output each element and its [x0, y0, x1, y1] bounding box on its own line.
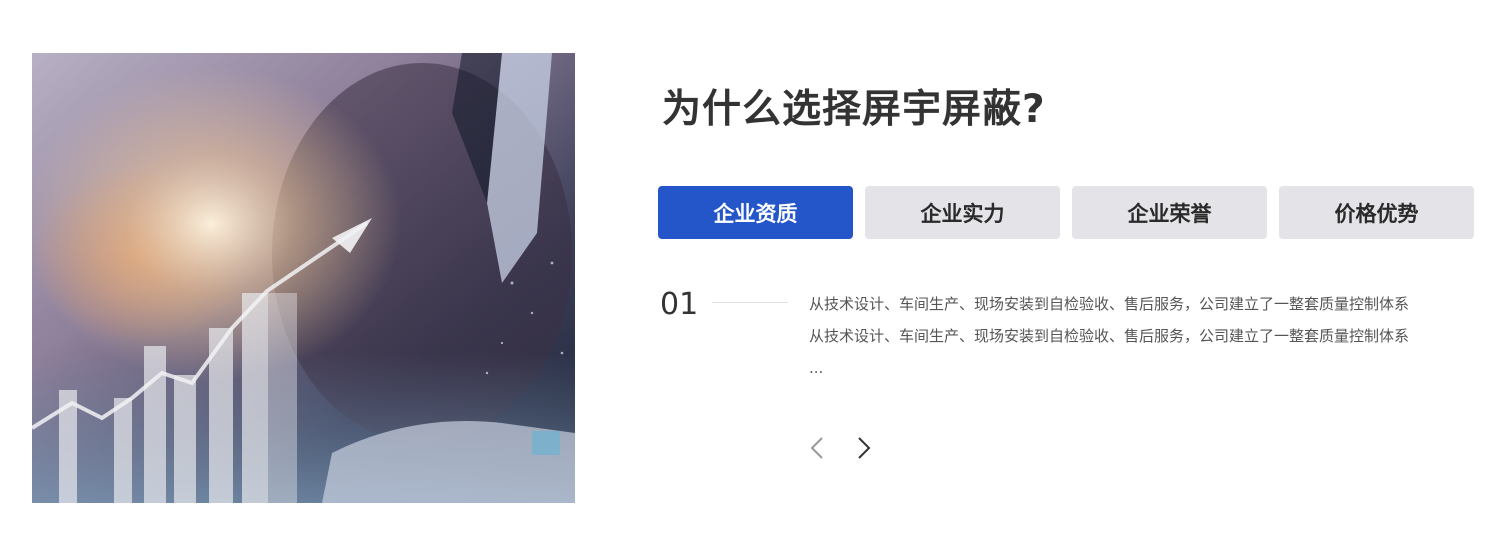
tab-qualification[interactable]: 企业资质: [658, 186, 853, 239]
item-description-ellipsis: ...: [809, 359, 824, 377]
tab-price-advantage[interactable]: 价格优势: [1279, 186, 1474, 239]
tab-honors[interactable]: 企业荣誉: [1072, 186, 1267, 239]
prev-button[interactable]: [806, 434, 828, 462]
item-description-line: 从技术设计、车间生产、现场安装到自检验收、售后服务，公司建立了一整套质量控制体系: [809, 327, 1410, 345]
chevron-right-icon: [858, 437, 871, 459]
next-button[interactable]: [853, 434, 875, 462]
item-description-line: 从技术设计、车间生产、现场安装到自检验收、售后服务，公司建立了一整套质量控制体系: [809, 295, 1410, 313]
business-growth-image: [32, 53, 575, 503]
chevron-left-icon: [810, 437, 823, 459]
item-description: 从技术设计、车间生产、现场安装到自检验收、售后服务，公司建立了一整套质量控制体系…: [809, 288, 1459, 384]
hero-image: [32, 53, 575, 503]
tab-strength[interactable]: 企业实力: [865, 186, 1060, 239]
item-divider: [712, 302, 788, 303]
item-number: 01: [660, 287, 699, 322]
tab-bar: 企业资质 企业实力 企业荣誉 价格优势: [658, 186, 1474, 239]
section-title: 为什么选择屏宇屏蔽?: [662, 87, 1046, 132]
